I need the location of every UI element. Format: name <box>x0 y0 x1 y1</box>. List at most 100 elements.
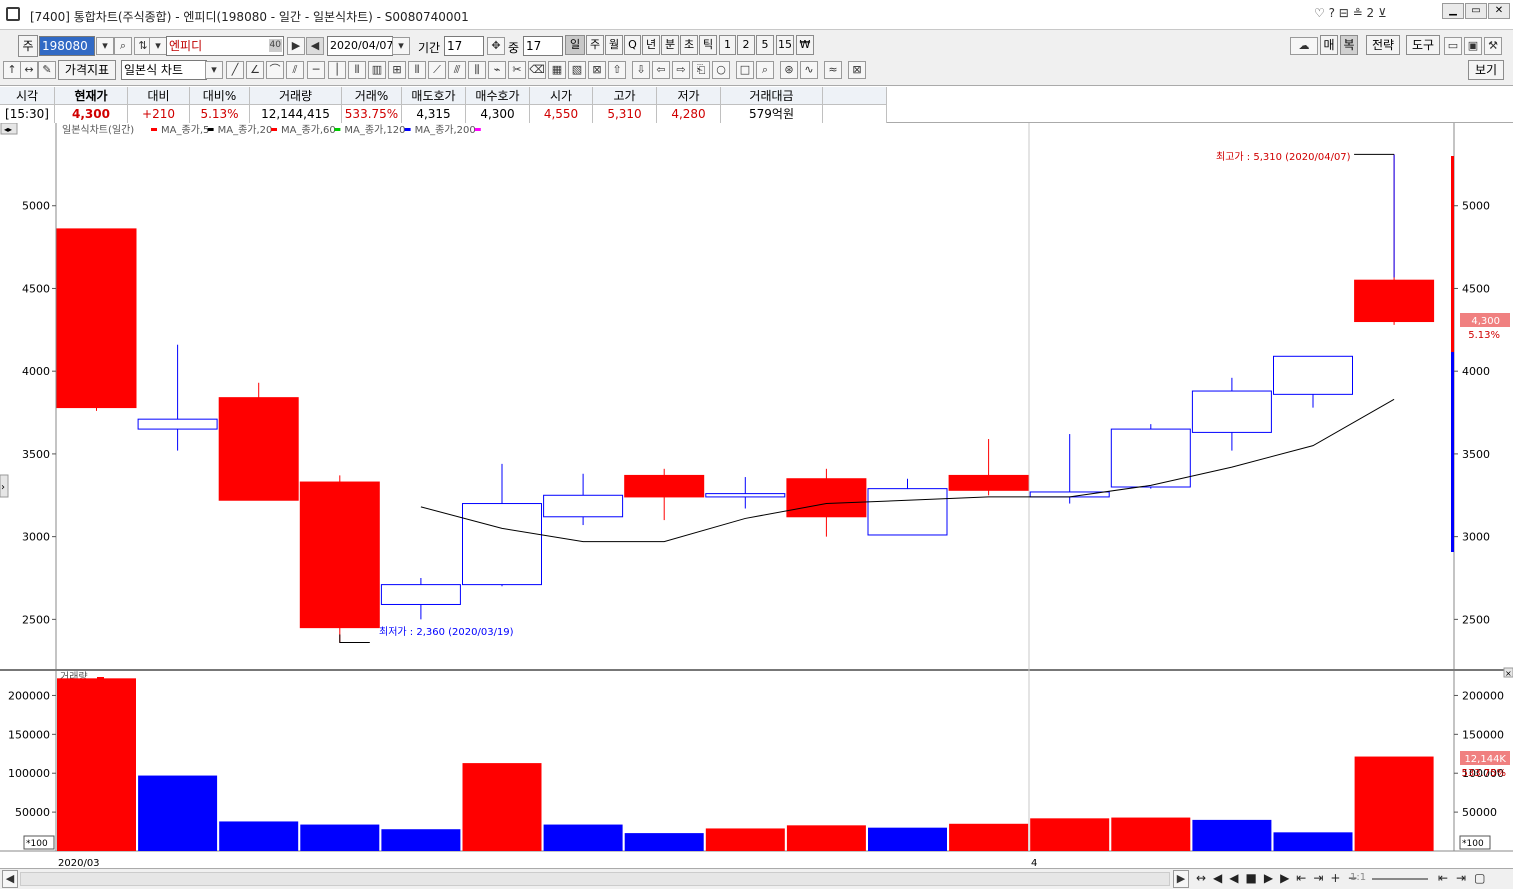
cross-grid-icon[interactable]: ⊞ <box>388 61 406 79</box>
rectangle-icon[interactable]: □ <box>736 61 754 79</box>
candle-body-12 <box>948 474 1029 491</box>
cut-icon[interactable]: ✂ <box>508 61 526 79</box>
zoom-icon[interactable]: ⌕ <box>756 61 774 79</box>
chart-area[interactable]: ◂▸ › × 2500 2500 3000 3000 3500 3500 4000 4000 4500… <box>0 122 1513 869</box>
interval-10-button[interactable]: 2 <box>737 35 755 55</box>
trade-button[interactable]: 매 <box>1320 35 1338 55</box>
count-input[interactable]: 17 <box>523 36 563 56</box>
folder-icon[interactable]: ▭ <box>1444 37 1462 55</box>
interval-5-button[interactable]: 년 <box>642 35 660 55</box>
arrow-right-icon[interactable]: ⇨ <box>672 61 690 79</box>
maximize-icon[interactable]: ▭ <box>1465 3 1487 19</box>
interval-13-button[interactable]: ₩ <box>796 35 814 55</box>
price-indicator-button[interactable]: 가격지표 <box>58 60 116 80</box>
legend-item-4: MA_종가,120 <box>344 124 405 136</box>
minimize-icon[interactable]: ▁ <box>1442 3 1464 19</box>
date-input[interactable]: 2020/04/07 <box>327 36 393 56</box>
interval-3-button[interactable]: 월 <box>605 35 623 55</box>
market-mode-button[interactable]: 주 <box>18 35 38 57</box>
quote-header-1: 시각 <box>0 87 55 105</box>
resize-horizontal-icon[interactable]: ↔ <box>20 61 38 79</box>
interval-4-button[interactable]: Q <box>624 35 641 55</box>
wave2-icon[interactable]: ≈ <box>824 61 842 79</box>
title-tool-icons[interactable]: ♡ ? ⊟ ≗ 2 ⊻ <box>1314 6 1387 20</box>
quote-value-2: 4,300 <box>55 105 128 123</box>
freehand-icon[interactable]: ⌁ <box>488 61 506 79</box>
quote-value-12: 579억원 <box>721 105 823 123</box>
interval-6-button[interactable]: 분 <box>661 35 679 55</box>
ytick-label-left-4: 4500 <box>22 282 50 295</box>
wrench-icon[interactable]: ⚒ <box>1484 37 1502 55</box>
arrow-left-icon[interactable]: ⇦ <box>652 61 670 79</box>
scroll-right-icon[interactable]: ▶ <box>1173 870 1189 888</box>
strategy-button[interactable]: 전략 <box>1366 35 1400 55</box>
ray-icon[interactable]: ⟋ <box>428 61 446 79</box>
stock-code-input[interactable]: 198080 <box>39 36 95 56</box>
ytick-label-left-1: 3000 <box>22 531 50 544</box>
crosshair-icon[interactable]: ✥ <box>487 37 505 55</box>
interval-12-button[interactable]: 15 <box>776 35 794 55</box>
target-icon[interactable]: ⊛ <box>780 61 798 79</box>
interval-9-button[interactable]: 1 <box>719 35 736 55</box>
stock-name-field[interactable]: 엔피디 40 <box>166 36 284 56</box>
pattern-fill-icon[interactable]: ▧ <box>568 61 586 79</box>
multi-button[interactable]: 복 <box>1340 35 1358 55</box>
color-fill-icon[interactable]: ▦ <box>548 61 566 79</box>
ytick-label-right-1: 3000 <box>1462 531 1490 544</box>
scrollbar-track[interactable] <box>20 872 1170 886</box>
angle-line-icon[interactable]: ∠ <box>246 61 264 79</box>
interval-2-button[interactable]: 주 <box>586 35 604 55</box>
circle-icon[interactable]: ○ <box>712 61 730 79</box>
close-icon[interactable]: ✕ <box>1488 3 1510 19</box>
interval-8-button[interactable]: 틱 <box>699 35 717 55</box>
arrow-down-icon[interactable]: ⇩ <box>632 61 650 79</box>
sort-dropdown-icon[interactable]: ▾ <box>149 37 167 55</box>
navigation-icons[interactable]: ↔◀◀■▶▶⇤⇥+− <box>1196 871 1365 885</box>
up-arrow-icon[interactable]: ↑ <box>3 61 21 79</box>
ytick-label-left-3: 4000 <box>22 365 50 378</box>
save-icon[interactable]: ▣ <box>1464 37 1482 55</box>
scroll-left-icon[interactable]: ◀ <box>2 870 18 888</box>
chart-type-dropdown-icon[interactable]: ▾ <box>205 61 223 79</box>
interval-7-button[interactable]: 초 <box>680 35 698 55</box>
last-price-tag: 4,300 <box>1471 316 1500 327</box>
volume-bar-2 <box>138 775 218 851</box>
fan-icon[interactable]: ⫽ <box>286 61 304 79</box>
copy-icon[interactable]: ⎗ <box>692 61 710 79</box>
fib-lines-icon[interactable]: ⦀ <box>348 61 366 79</box>
legend-swatch-3 <box>334 128 341 131</box>
right-down-range <box>1451 352 1454 552</box>
eraser-icon[interactable]: ⌫ <box>528 61 546 79</box>
horizontal-line-icon[interactable]: ─ <box>307 61 325 79</box>
chart-type-select[interactable]: 일본식 차트 <box>121 60 207 80</box>
parallel-lines-icon[interactable]: ⫻ <box>448 61 466 79</box>
date-dropdown-icon[interactable]: ▾ <box>392 37 410 55</box>
grid-lines-icon[interactable]: ▥ <box>368 61 386 79</box>
trendline-icon[interactable]: ╱ <box>226 61 244 79</box>
end-navigation-icons[interactable]: ⇤⇥▢ <box>1438 871 1493 885</box>
box-x-icon[interactable]: ⊠ <box>588 61 606 79</box>
interval-1-button[interactable]: 일 <box>565 35 585 55</box>
view-button[interactable]: 보기 <box>1468 60 1504 80</box>
vertical-line-icon[interactable]: │ <box>328 61 346 79</box>
code-dropdown-icon[interactable]: ▾ <box>96 37 114 55</box>
arc-icon[interactable]: ⌒ <box>266 61 284 79</box>
wave-icon[interactable]: ∿ <box>800 61 818 79</box>
channel-icon[interactable]: ⫴ <box>408 61 426 79</box>
prev-arrow-icon[interactable]: ◀ <box>306 37 324 55</box>
quote-header-6: 거래% <box>342 87 402 105</box>
arrow-up-icon[interactable]: ⇧ <box>608 61 626 79</box>
search-icon[interactable]: ⌕ <box>114 37 132 55</box>
gann-lines-icon[interactable]: ⫼ <box>468 61 486 79</box>
edit-icon[interactable]: ✎ <box>38 61 56 79</box>
tools-button[interactable]: 도구 <box>1406 35 1440 55</box>
candle-body-5 <box>380 584 461 605</box>
zoom-slider[interactable] <box>1372 878 1428 880</box>
period-input[interactable]: 17 <box>444 36 484 56</box>
interval-11-button[interactable]: 5 <box>756 35 774 55</box>
volume-bar-15 <box>1192 819 1272 851</box>
chart-svg[interactable]: ◂▸›×2500 25003000 30003500 35004000 40004500… <box>0 122 1513 869</box>
next-arrow-icon[interactable]: ▶ <box>287 37 305 55</box>
clear-icon[interactable]: ⊠ <box>848 61 866 79</box>
cloud-icon[interactable]: ☁ <box>1290 37 1318 55</box>
